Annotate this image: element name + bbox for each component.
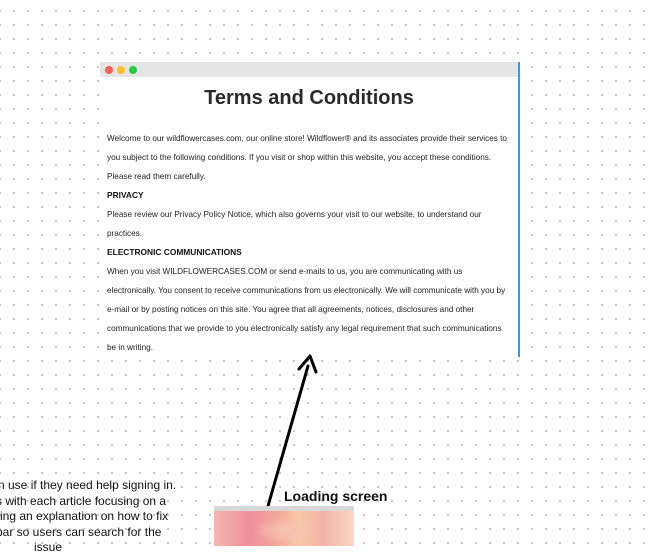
terms-title: Terms and Conditions [204,87,414,109]
electronic-communications-heading: ELECTRONIC COMMUNICATIONS [107,247,242,257]
arrow-head-icon [297,354,318,374]
minimize-window-dot-icon[interactable] [117,65,125,74]
sidenote-line: n use if they need help signing in. [0,478,177,492]
terms-intro: Welcome to our wildflowercases.com, our … [107,134,507,181]
maximize-window-dot-icon[interactable] [129,65,137,74]
sidenote-line: bar so users can search for the [0,524,162,539]
loading-screen-thumbnail[interactable] [214,506,354,546]
arrow-shaft [266,364,310,508]
sidenote-line: ring an explanation on how to fix [0,509,169,523]
sidenote-text: n use if they need help signing in. s wi… [0,478,181,556]
privacy-text: Please review our Privacy Policy Notice,… [107,210,482,238]
thumbnail-title-bar [214,506,354,511]
thumbnail-blur [254,516,314,544]
privacy-heading: PRIVACY [107,190,144,200]
sidenote-line: s with each article focusing on a [0,493,167,508]
terms-body: Welcome to our wildflowercases.com, our … [100,129,518,357]
loading-screen-label: Loading screen [284,488,388,504]
electronic-communications-text: When you visit WILDFLOWERCASES.COM or se… [107,267,506,352]
window-title-bar [100,62,518,77]
close-window-dot-icon[interactable] [105,65,113,74]
terms-browser-window: Terms and Conditions Welcome to our wild… [100,62,520,357]
sidenote-line: issue [34,540,63,554]
